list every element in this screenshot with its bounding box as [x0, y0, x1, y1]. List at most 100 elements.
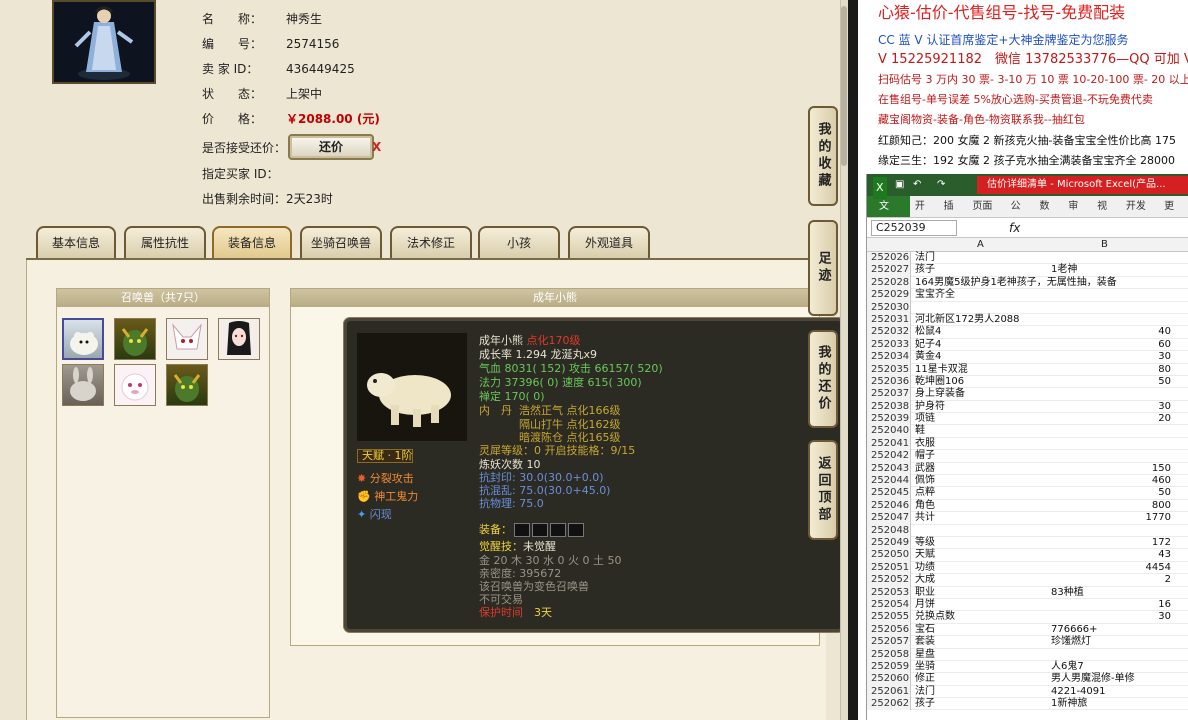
tab-spell-correction[interactable]: 法术修正 [390, 226, 472, 260]
table-row[interactable]: 252026 法门 [867, 252, 1188, 265]
cell-b[interactable]: 男人男魔混修-单修 [1051, 673, 1171, 685]
row-number[interactable]: 252062 [867, 698, 911, 711]
cell-b[interactable]: 30 [1051, 401, 1171, 413]
cell-a[interactable]: 武器 [915, 463, 1051, 475]
cell-a[interactable]: 功绩 [915, 562, 1051, 574]
row-number[interactable]: 252041 [867, 437, 911, 451]
ribbon-tab-review[interactable]: 审阅 [1063, 196, 1092, 234]
table-row[interactable]: 252039 项链 20 [867, 413, 1188, 426]
table-row[interactable]: 252060 修正 男人男魔混修-单修 [867, 673, 1188, 686]
cell-b[interactable]: 776666+ [1051, 624, 1171, 636]
row-number[interactable]: 252038 [867, 400, 911, 414]
cell-b[interactable]: 30 [1051, 611, 1171, 623]
table-row[interactable]: 252048 [867, 524, 1188, 537]
row-number[interactable]: 252057 [867, 636, 911, 649]
row-number[interactable]: 252037 [867, 388, 911, 401]
table-row[interactable]: 252052 大成 2 [867, 574, 1188, 587]
cell-b[interactable]: 43 [1051, 549, 1171, 561]
redo-icon[interactable]: ↷ [937, 174, 945, 196]
table-row[interactable]: 252038 护身符 30 [867, 400, 1188, 414]
table-row[interactable]: 252034 黄金4 30 [867, 351, 1188, 364]
cell-a[interactable]: 宝石 [915, 624, 1051, 636]
cell-a[interactable]: 帽子 [915, 450, 1051, 462]
cell-a[interactable]: 妃子4 [915, 339, 1051, 351]
table-row[interactable]: 252037 身上穿装备 [867, 388, 1188, 401]
equip-slot-2[interactable] [532, 523, 548, 537]
row-number[interactable]: 252052 [867, 574, 911, 587]
table-row[interactable]: 252033 妃子4 60 [867, 338, 1188, 352]
table-row[interactable]: 252036 乾坤圈106 50 [867, 375, 1188, 389]
table-row[interactable]: 252061 法门 4221-4091 [867, 685, 1188, 699]
cell-a[interactable]: 大成 [915, 574, 1051, 586]
cell-b[interactable]: 60 [1051, 339, 1171, 351]
ribbon-tab-view[interactable]: 视图 [1092, 196, 1121, 234]
table-row[interactable]: 252049 等级 172 [867, 536, 1188, 550]
ribbon-tab-home[interactable]: 开始 [910, 196, 939, 234]
cell-a[interactable]: 法门 [915, 252, 1051, 264]
cell-a[interactable]: 河北新区172男人2088 [915, 314, 1051, 326]
cell-b[interactable]: 16 [1051, 599, 1171, 611]
table-row[interactable]: 252050 天赋 43 [867, 549, 1188, 562]
row-number[interactable]: 252061 [867, 685, 911, 699]
cell-b[interactable]: 1老神 [1051, 264, 1171, 276]
cell-b[interactable]: 2 [1051, 574, 1171, 586]
row-number[interactable]: 252032 [867, 326, 911, 339]
column-header-b[interactable]: B [1101, 238, 1108, 252]
fx-icon[interactable]: fx [1009, 218, 1020, 238]
row-number[interactable]: 252036 [867, 375, 911, 389]
table-row[interactable]: 252055 兑换点数 30 [867, 611, 1188, 624]
cell-a[interactable]: 修正 [915, 673, 1051, 685]
table-row[interactable]: 252032 松鼠4 40 [867, 326, 1188, 339]
equip-slot-1[interactable] [514, 523, 530, 537]
row-number[interactable]: 252031 [867, 313, 911, 327]
row-number[interactable]: 252039 [867, 413, 911, 426]
row-number[interactable]: 252029 [867, 289, 911, 302]
row-number[interactable]: 252054 [867, 598, 911, 612]
tab-equipment[interactable]: 装备信息 [212, 226, 292, 260]
row-number[interactable]: 252033 [867, 338, 911, 352]
table-row[interactable]: 252057 套装 珍馐燃灯 [867, 636, 1188, 649]
cell-a[interactable]: 法门 [915, 686, 1051, 698]
page-scrollbar-thumb[interactable] [841, 6, 847, 166]
excel-grid[interactable]: 252026 法门 252027 孩子 1老神 252028 164男魔5级护身1老神孩子，… [867, 252, 1188, 711]
ribbon-tab-more[interactable]: 更多 [1159, 196, 1188, 234]
ribbon-tab-page-layout[interactable]: 页面布 [967, 196, 1005, 234]
cell-b[interactable]: 珍馐燃灯 [1051, 636, 1171, 648]
cell-a[interactable]: 佩饰 [915, 475, 1051, 487]
cell-a[interactable]: 孩子 [915, 698, 1051, 710]
pet-thumb-dark-hair[interactable] [218, 318, 260, 360]
cell-a[interactable]: 护身符 [915, 401, 1051, 413]
cell-b[interactable]: 172 [1051, 537, 1171, 549]
tab-mount-summon[interactable]: 坐骑召唤兽 [300, 226, 382, 260]
cell-a[interactable]: 鞋 [915, 425, 1051, 437]
row-number[interactable]: 252050 [867, 549, 911, 562]
row-number[interactable]: 252049 [867, 536, 911, 550]
pet-thumb-polar-bear[interactable] [62, 318, 104, 360]
tab-child[interactable]: 小孩 [478, 226, 560, 260]
table-row[interactable]: 252043 武器 150 [867, 462, 1188, 476]
table-row[interactable]: 252046 角色 800 [867, 499, 1188, 513]
cell-a[interactable]: 等级 [915, 537, 1051, 549]
row-number[interactable]: 252027 [867, 264, 911, 277]
cell-b[interactable]: 1770 [1051, 512, 1171, 524]
table-row[interactable]: 252062 孩子 1新神旅 [867, 698, 1188, 711]
cell-b[interactable]: 460 [1051, 475, 1171, 487]
table-row[interactable]: 252044 佩饰 460 [867, 475, 1188, 488]
table-row[interactable]: 252035 11星卡双混 80 [867, 363, 1188, 376]
row-number[interactable]: 252058 [867, 648, 911, 661]
equip-slot-3[interactable] [550, 523, 566, 537]
cell-a[interactable]: 身上穿装备 [915, 388, 1051, 400]
cell-a[interactable]: 衣服 [915, 438, 1051, 450]
table-row[interactable]: 252054 月饼 16 [867, 598, 1188, 612]
cell-b[interactable]: 50 [1051, 376, 1171, 388]
pet-thumb-green-beast-2[interactable] [166, 364, 208, 406]
row-number[interactable]: 252053 [867, 586, 911, 599]
row-number[interactable]: 252040 [867, 425, 911, 438]
row-number[interactable]: 252030 [867, 301, 911, 314]
cell-a[interactable]: 项链 [915, 413, 1051, 425]
ribbon-tab-formulas[interactable]: 公式 [1006, 196, 1035, 234]
side-button-footprint[interactable]: 足迹 [808, 220, 838, 316]
row-number[interactable]: 252026 [867, 252, 911, 265]
excel-name-box[interactable]: C252039 [871, 220, 957, 236]
cell-a[interactable]: 孩子 [915, 264, 1051, 276]
